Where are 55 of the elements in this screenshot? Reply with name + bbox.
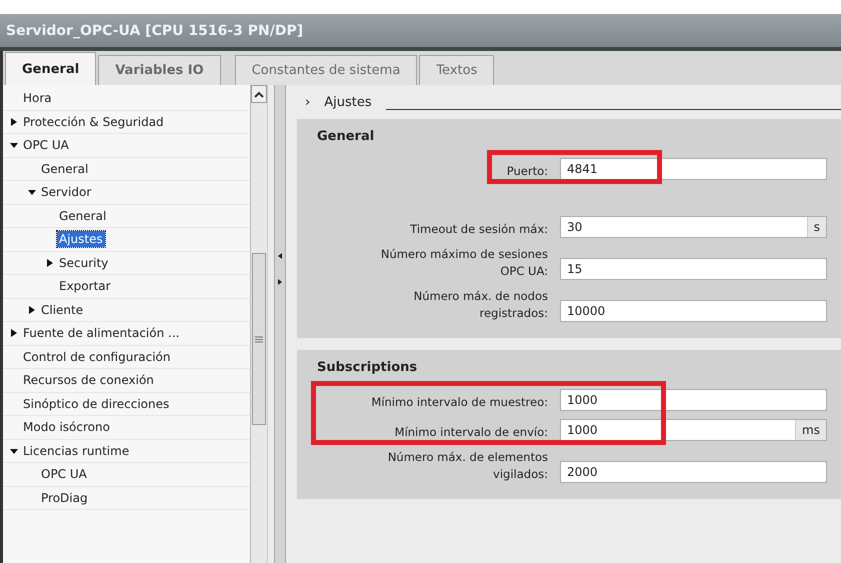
tab[interactable]: Variables IO	[98, 55, 221, 85]
collapsed-icon[interactable]	[46, 258, 54, 267]
tree-item[interactable]: Recursos de conexión	[21, 372, 156, 388]
input-field[interactable]: 1000 ms	[560, 419, 827, 441]
left-arrow-icon[interactable]	[278, 253, 282, 259]
field-label: Número máx. de nodos registrados:	[412, 288, 548, 322]
grip-icon	[255, 336, 263, 342]
right-arrow-icon[interactable]	[278, 279, 282, 285]
tree-item[interactable]: OPC UA	[21, 137, 71, 154]
input-field[interactable]: 2000	[560, 461, 827, 483]
window-title: Servidor_OPC-UA [CPU 1516-3 PN/DP]	[0, 14, 841, 51]
field-label: Timeout de sesión máx:	[409, 221, 548, 238]
expanded-icon[interactable]	[28, 188, 36, 196]
tree-item[interactable]: General	[57, 208, 108, 224]
field-label: Mínimo intervalo de muestreo:	[370, 394, 548, 411]
tree-item[interactable]: Sinóptico de direcciones	[21, 396, 172, 412]
collapsed-icon[interactable]	[10, 118, 18, 126]
field-label: Puerto:	[506, 163, 548, 180]
input-field[interactable]: 4841	[560, 158, 827, 180]
tree-item[interactable]: Hora	[21, 90, 54, 106]
tree-item[interactable]: Protección & Seguridad	[21, 114, 166, 130]
scrollbar[interactable]	[250, 85, 267, 563]
tree-item[interactable]: Licencias runtime	[21, 442, 132, 459]
tree-item[interactable]: General	[39, 160, 90, 177]
tree-item[interactable]: Exportar	[57, 278, 113, 294]
field-label: Número máx. de elementos vigilados:	[386, 449, 548, 483]
expanded-icon[interactable]	[10, 446, 18, 455]
section-title: General	[317, 129, 376, 144]
tree-item[interactable]: Servidor	[39, 184, 94, 200]
tree-item[interactable]: Modo isócrono	[21, 419, 112, 436]
tab[interactable]: Textos	[419, 55, 494, 85]
input-field[interactable]: 1000	[560, 389, 827, 411]
tree-item[interactable]: Fuente de alimentación ...	[21, 325, 182, 342]
tree-item[interactable]: Control de configuración	[21, 348, 172, 365]
collapsed-icon[interactable]	[10, 329, 18, 338]
breadcrumb-marker: ›	[305, 94, 310, 110]
tree-item[interactable]: Ajustes	[57, 231, 105, 248]
field-label: Mínimo intervalo de envío:	[394, 424, 548, 441]
input-field[interactable]: 30 s	[560, 216, 827, 238]
tree-item[interactable]: OPC UA	[39, 466, 89, 482]
tree-item[interactable]: Security	[57, 254, 110, 271]
field-label: Número máximo de sesiones OPC UA:	[380, 246, 548, 280]
tree-item[interactable]: ProDiag	[39, 490, 90, 506]
up-icon[interactable]	[254, 90, 264, 98]
tab[interactable]: General	[5, 52, 96, 85]
tree-item[interactable]: Cliente	[39, 302, 86, 318]
expanded-icon[interactable]	[10, 141, 18, 150]
input-field[interactable]: 10000	[560, 300, 827, 322]
section-title: Subscriptions	[317, 360, 418, 375]
unit-label: s	[806, 217, 826, 237]
input-field[interactable]: 15	[560, 258, 827, 280]
tab[interactable]: Constantes de sistema	[234, 55, 418, 85]
collapsed-icon[interactable]	[28, 306, 36, 314]
breadcrumb-title: Ajustes	[324, 94, 372, 110]
unit-label: ms	[795, 420, 826, 440]
